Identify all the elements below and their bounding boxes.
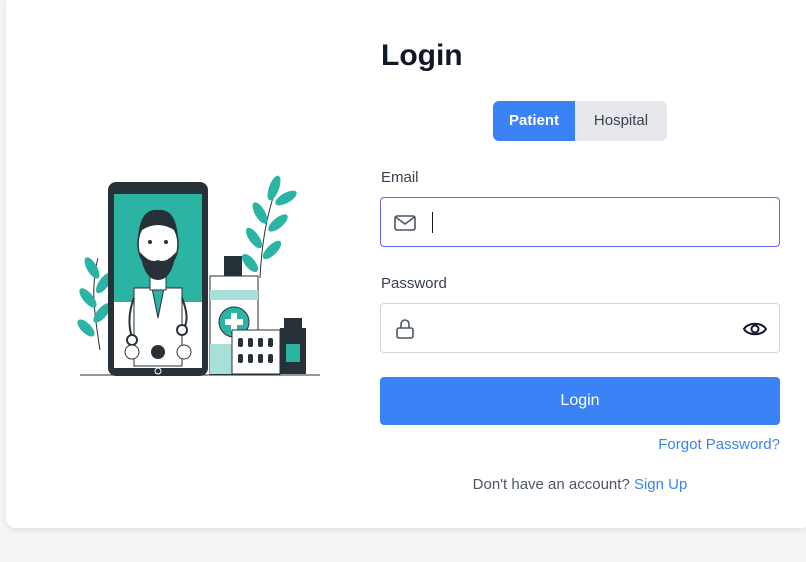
signup-link[interactable]: Sign Up (634, 476, 687, 493)
tab-patient[interactable]: Patient (493, 101, 575, 141)
signup-prompt: Don't have an account? (472, 476, 630, 493)
mail-icon (394, 215, 416, 231)
user-type-toggle: Patient Hospital (493, 101, 667, 141)
signup-row: Don't have an account? Sign Up (380, 476, 780, 493)
page-title: Login (381, 39, 463, 72)
text-cursor (432, 212, 433, 233)
email-field[interactable] (380, 197, 780, 247)
email-input[interactable] (429, 208, 729, 236)
password-input[interactable] (429, 314, 729, 342)
email-label: Email (381, 169, 419, 186)
tab-hospital[interactable]: Hospital (575, 101, 667, 141)
password-field[interactable] (380, 303, 780, 353)
password-label: Password (381, 275, 447, 292)
login-card: Login Patient Hospital Email Password Lo… (6, 0, 806, 528)
eye-icon[interactable] (742, 317, 768, 341)
doctor-telemedicine-illustration (77, 175, 320, 376)
forgot-password-link[interactable]: Forgot Password? (658, 436, 780, 453)
lock-icon (396, 319, 414, 339)
login-button[interactable]: Login (380, 377, 780, 425)
